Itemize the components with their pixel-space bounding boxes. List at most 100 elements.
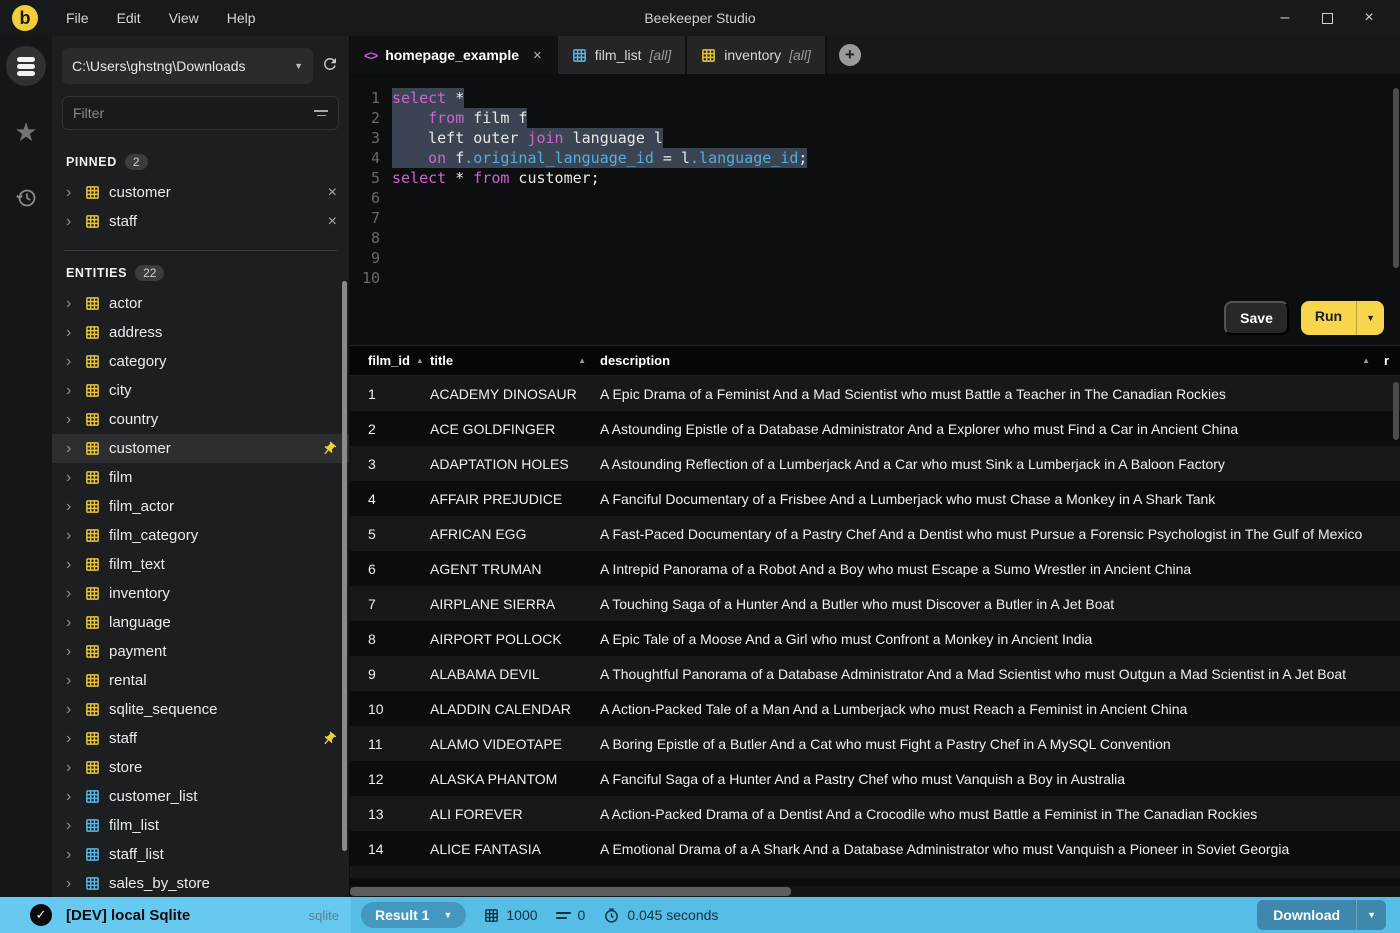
- entity-item-store[interactable]: › store: [52, 753, 349, 782]
- table-row[interactable]: 12 ALASKA PHANTOM A Fanciful Saga of a Hun…: [350, 761, 1400, 796]
- entity-item-film_list[interactable]: › film_list: [52, 811, 349, 840]
- unpin-close-icon[interactable]: ×: [328, 184, 337, 202]
- chevron-right-icon[interactable]: ›: [66, 730, 76, 747]
- unpin-close-icon[interactable]: ×: [328, 213, 337, 231]
- download-options-caret-icon[interactable]: ▼: [1356, 900, 1386, 930]
- chevron-right-icon[interactable]: ›: [66, 672, 76, 689]
- run-button[interactable]: Run ▼: [1300, 301, 1384, 335]
- code-line[interactable]: 4 on f.original_language_id = l.language…: [350, 148, 1400, 168]
- close-tab-icon[interactable]: ×: [533, 47, 542, 64]
- table-row[interactable]: 3 ADAPTATION HOLES A Astounding Reflection…: [350, 446, 1400, 481]
- minimize-icon[interactable]: –: [1268, 5, 1302, 31]
- chevron-right-icon[interactable]: ›: [66, 469, 76, 486]
- entity-item-film_actor[interactable]: › film_actor: [52, 492, 349, 521]
- editor-scrollbar[interactable]: [1393, 88, 1399, 268]
- column-header-description[interactable]: description ▲: [600, 353, 1384, 368]
- new-tab-button[interactable]: +: [838, 44, 861, 66]
- table-row[interactable]: 2 ACE GOLDFINGER A Astounding Epistle of a…: [350, 411, 1400, 446]
- entity-item-film_text[interactable]: › film_text: [52, 550, 349, 579]
- code-line[interactable]: 9: [350, 248, 1400, 268]
- entity-item-staff_list[interactable]: › staff_list: [52, 840, 349, 869]
- chevron-right-icon[interactable]: ›: [66, 701, 76, 718]
- chevron-right-icon[interactable]: ›: [66, 184, 76, 201]
- chevron-right-icon[interactable]: ›: [66, 382, 76, 399]
- table-row[interactable]: 9 ALABAMA DEVIL A Thoughtful Panorama of a…: [350, 656, 1400, 691]
- chevron-right-icon[interactable]: ›: [66, 556, 76, 573]
- chevron-right-icon[interactable]: ›: [66, 817, 76, 834]
- pin-icon[interactable]: [318, 727, 341, 750]
- code-line[interactable]: 2 from film f: [350, 108, 1400, 128]
- horizontal-scrollbar[interactable]: [350, 886, 1400, 897]
- sidebar-scrollbar[interactable]: [342, 281, 347, 851]
- column-header-partial[interactable]: r: [1384, 353, 1400, 368]
- database-nav-icon[interactable]: [6, 46, 46, 86]
- table-row[interactable]: 7 AIRPLANE SIERRA A Touching Saga of a Hun…: [350, 586, 1400, 621]
- code-line[interactable]: 3 left outer join language l: [350, 128, 1400, 148]
- code-line[interactable]: 1 select *: [350, 88, 1400, 108]
- chevron-right-icon[interactable]: ›: [66, 643, 76, 660]
- chevron-right-icon[interactable]: ›: [66, 527, 76, 544]
- entity-item-customer_list[interactable]: › customer_list: [52, 782, 349, 811]
- tab-inventory[interactable]: inventory [all]: [687, 36, 827, 74]
- results-scrollbar[interactable]: [1393, 382, 1399, 440]
- maximize-icon[interactable]: [1310, 5, 1344, 31]
- code-line[interactable]: 6: [350, 188, 1400, 208]
- close-icon[interactable]: ×: [1352, 5, 1386, 31]
- history-icon[interactable]: [6, 178, 46, 218]
- chevron-right-icon[interactable]: ›: [66, 846, 76, 863]
- entity-item-city[interactable]: › city: [52, 376, 349, 405]
- table-row[interactable]: 15ALIEN CENTERA Brilliant Drama of a Cat…: [350, 866, 1400, 878]
- table-row[interactable]: 8 AIRPORT POLLOCK A Epic Tale of a Moose A…: [350, 621, 1400, 656]
- chevron-right-icon[interactable]: ›: [66, 788, 76, 805]
- save-button[interactable]: Save: [1224, 301, 1289, 335]
- table-row[interactable]: 14 ALICE FANTASIA A Emotional Drama of a A…: [350, 831, 1400, 866]
- table-row[interactable]: 11 ALAMO VIDEOTAPE A Boring Epistle of a B…: [350, 726, 1400, 761]
- run-options-caret-icon[interactable]: ▼: [1356, 301, 1384, 335]
- menu-file[interactable]: File: [54, 6, 101, 30]
- code-line[interactable]: 10: [350, 268, 1400, 288]
- entity-item-payment[interactable]: › payment: [52, 637, 349, 666]
- entity-item-actor[interactable]: › actor: [52, 289, 349, 318]
- code-line[interactable]: 7: [350, 208, 1400, 228]
- chevron-right-icon[interactable]: ›: [66, 498, 76, 515]
- chevron-right-icon[interactable]: ›: [66, 324, 76, 341]
- code-line[interactable]: 5 select * from customer;: [350, 168, 1400, 188]
- pinned-item-staff[interactable]: › staff ×: [52, 207, 349, 236]
- column-header-film-id[interactable]: film_id ▲: [350, 353, 430, 368]
- table-row[interactable]: 13 ALI FOREVER A Action-Packed Drama of a …: [350, 796, 1400, 831]
- entity-item-film_category[interactable]: › film_category: [52, 521, 349, 550]
- chevron-right-icon[interactable]: ›: [66, 440, 76, 457]
- tab-film_list[interactable]: film_list [all]: [557, 36, 688, 74]
- column-header-title[interactable]: title ▲: [430, 353, 600, 368]
- code-line[interactable]: 8: [350, 228, 1400, 248]
- tab-homepage_example[interactable]: <> homepage_example ×: [350, 36, 558, 74]
- entity-item-film[interactable]: › film: [52, 463, 349, 492]
- chevron-right-icon[interactable]: ›: [66, 411, 76, 428]
- entity-item-country[interactable]: › country: [52, 405, 349, 434]
- table-row[interactable]: 6 AGENT TRUMAN A Intrepid Panorama of a Ro…: [350, 551, 1400, 586]
- entity-item-sqlite_sequence[interactable]: › sqlite_sequence: [52, 695, 349, 724]
- entity-item-customer[interactable]: › customer: [52, 434, 349, 463]
- entity-item-inventory[interactable]: › inventory: [52, 579, 349, 608]
- filter-input[interactable]: [73, 105, 314, 121]
- table-row[interactable]: 4 AFFAIR PREJUDICE A Fanciful Documentary …: [350, 481, 1400, 516]
- chevron-right-icon[interactable]: ›: [66, 875, 76, 892]
- entity-item-language[interactable]: › language: [52, 608, 349, 637]
- chevron-right-icon[interactable]: ›: [66, 295, 76, 312]
- result-selector[interactable]: Result 1 ▼: [361, 902, 467, 928]
- menu-view[interactable]: View: [157, 6, 211, 30]
- chevron-right-icon[interactable]: ›: [66, 585, 76, 602]
- sql-editor[interactable]: 1 select * 2 from film f3 left outer join …: [350, 74, 1400, 346]
- pinned-item-customer[interactable]: › customer ×: [52, 178, 349, 207]
- entity-item-address[interactable]: › address: [52, 318, 349, 347]
- database-select[interactable]: C:\Users\ghstng\Downloads ▼: [62, 48, 313, 84]
- menu-edit[interactable]: Edit: [105, 6, 153, 30]
- favorites-star-icon[interactable]: ★: [6, 112, 46, 152]
- table-row[interactable]: 1 ACADEMY DINOSAUR A Epic Drama of a Femin…: [350, 376, 1400, 411]
- entity-item-category[interactable]: › category: [52, 347, 349, 376]
- refresh-icon[interactable]: [321, 55, 339, 78]
- entity-item-rental[interactable]: › rental: [52, 666, 349, 695]
- entity-item-sales_by_store[interactable]: › sales_by_store: [52, 869, 349, 897]
- entity-item-staff[interactable]: › staff: [52, 724, 349, 753]
- chevron-right-icon[interactable]: ›: [66, 614, 76, 631]
